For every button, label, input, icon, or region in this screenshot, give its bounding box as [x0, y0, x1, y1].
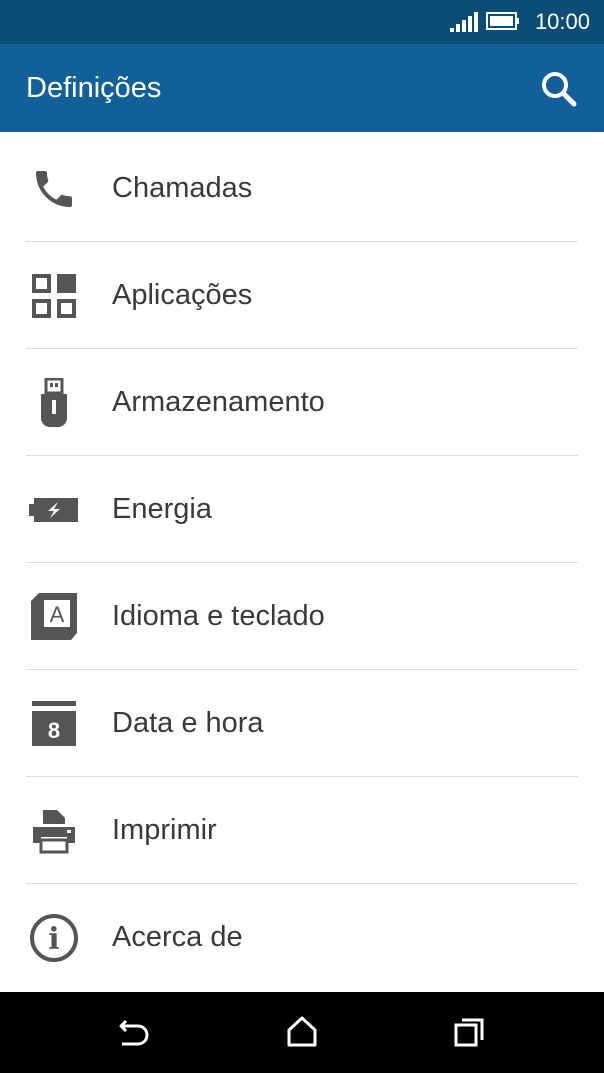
search-icon[interactable]: [538, 68, 580, 110]
settings-item-idioma-e-teclado[interactable]: A Idioma e teclado: [26, 563, 578, 670]
settings-item-label: Chamadas: [112, 172, 253, 204]
settings-item-label: Armazenamento: [112, 386, 325, 418]
home-icon[interactable]: [282, 1012, 322, 1052]
settings-item-label: Idioma e teclado: [112, 600, 325, 632]
settings-item-aplicacoes[interactable]: Aplicações: [26, 242, 578, 349]
calendar-day: 8: [48, 718, 60, 743]
settings-item-chamadas[interactable]: Chamadas: [26, 135, 578, 242]
navigation-bar: [0, 992, 604, 1073]
settings-item-acerca-de[interactable]: i Acerca de: [26, 884, 578, 990]
app-bar: Definições: [0, 44, 604, 132]
info-icon: i: [28, 914, 80, 962]
phone-icon: [28, 166, 80, 212]
battery-icon: [486, 12, 519, 30]
settings-item-imprimir[interactable]: Imprimir: [26, 777, 578, 884]
printer-icon: [28, 808, 80, 854]
battery-charging-icon: [28, 487, 80, 533]
settings-item-label: Energia: [112, 493, 212, 525]
settings-item-label: Imprimir: [112, 814, 217, 846]
svg-text:A: A: [50, 602, 65, 627]
settings-item-data-e-hora[interactable]: 8 Data e hora: [26, 670, 578, 777]
status-time: 10:00: [534, 9, 590, 34]
settings-item-label: Aplicações: [112, 279, 253, 311]
back-icon[interactable]: [114, 1012, 154, 1052]
settings-item-energia[interactable]: Energia: [26, 456, 578, 563]
calendar-icon: 8: [28, 701, 80, 747]
settings-item-label: Acerca de: [112, 921, 243, 953]
signal-icon: [450, 12, 478, 32]
usb-storage-icon: [28, 378, 80, 427]
apps-grid-icon: [28, 273, 80, 319]
settings-list: Chamadas Aplicações Armazenamento Energi…: [0, 135, 604, 990]
info-letter: i: [48, 922, 59, 957]
page-title: Definições: [26, 72, 162, 104]
recents-icon[interactable]: [450, 1012, 490, 1052]
status-bar: 10:00: [0, 0, 604, 44]
settings-item-label: Data e hora: [112, 707, 264, 739]
settings-item-armazenamento[interactable]: Armazenamento: [26, 349, 578, 456]
language-keyboard-icon: A: [28, 593, 80, 640]
